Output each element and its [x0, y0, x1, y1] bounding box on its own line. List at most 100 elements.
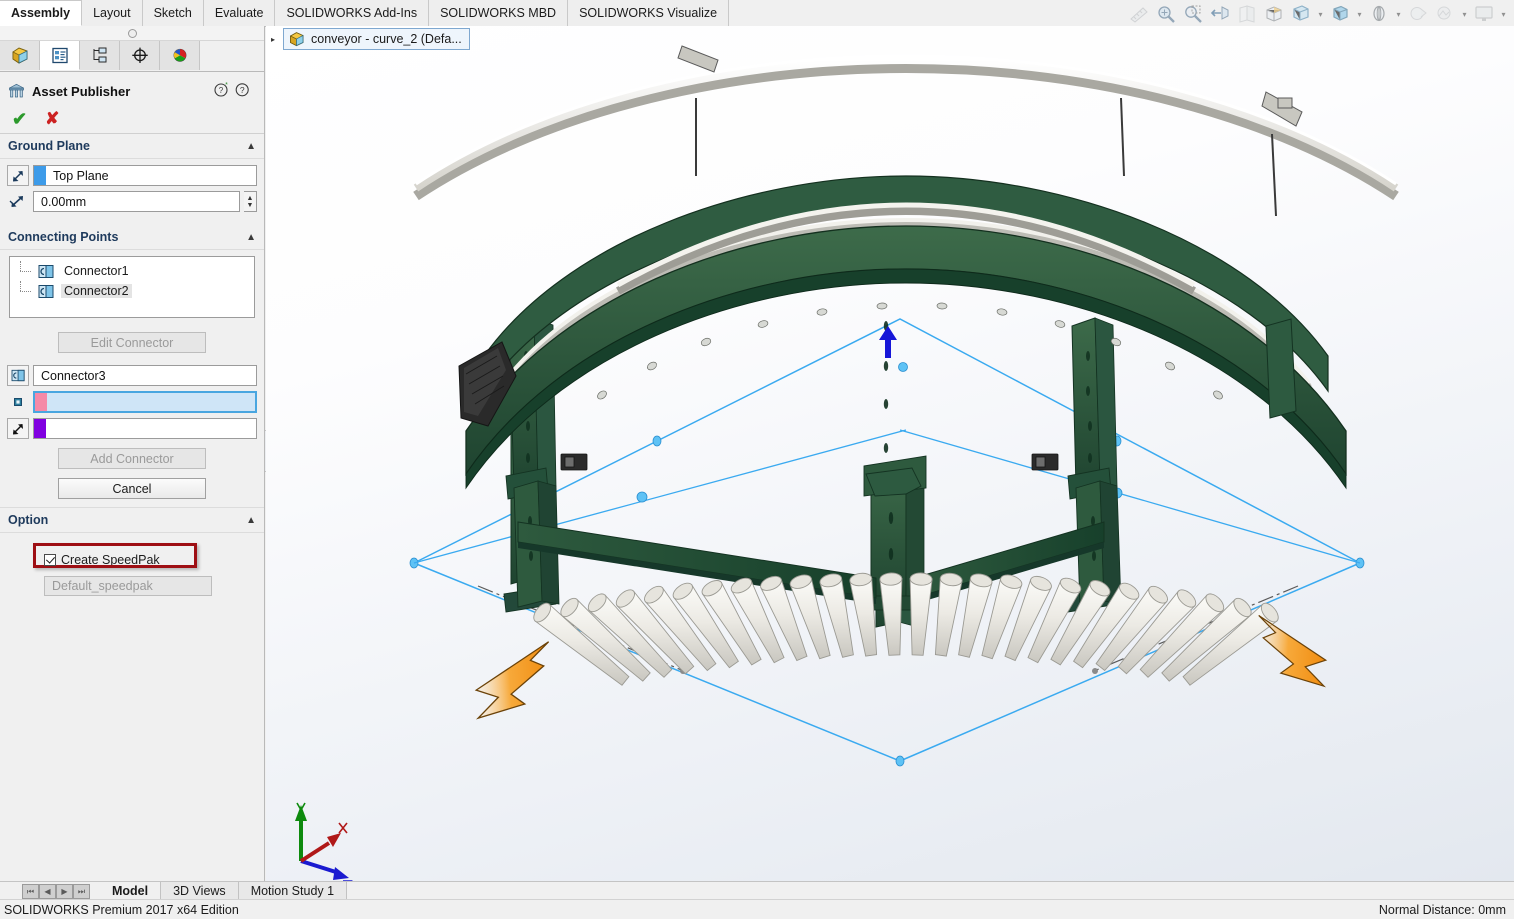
zoom-in-out-icon[interactable]	[1208, 2, 1232, 26]
model-graphics	[266, 26, 1514, 881]
create-speedpak-checkbox[interactable]	[44, 554, 56, 566]
add-connector-button[interactable]: Add Connector	[58, 448, 206, 469]
cancel-connector-button[interactable]: Cancel	[58, 478, 206, 499]
tree-root-node[interactable]: conveyor - curve_2 (Defa...	[283, 28, 470, 50]
ribbon-tab-evaluate[interactable]: Evaluate	[204, 0, 276, 26]
connector-direction-arrow-left	[473, 642, 553, 718]
ribbon-tab-layout[interactable]: Layout	[82, 0, 143, 26]
list-item-label: Connector2	[61, 284, 132, 298]
last-tab-icon[interactable]: ⏭	[73, 884, 90, 899]
panel-collapse-grip[interactable]	[0, 26, 264, 41]
next-tab-icon[interactable]: ▶	[56, 884, 73, 899]
prev-tab-icon[interactable]: ◀	[39, 884, 56, 899]
offset-distance-icon	[7, 191, 29, 212]
bottom-tab-model[interactable]: Model	[100, 882, 161, 899]
chevron-up-icon[interactable]: ▲	[246, 141, 256, 152]
ground-plane-input[interactable]: Top Plane	[33, 165, 257, 186]
asset-publisher-icon	[8, 83, 25, 100]
connector-icon	[38, 264, 55, 279]
edit-connector-button[interactable]: Edit Connector	[58, 332, 206, 353]
bottom-tab-motion-study-1[interactable]: Motion Study 1	[239, 882, 347, 899]
svg-text:?: ?	[219, 86, 224, 95]
list-item[interactable]: Connector2	[10, 281, 254, 301]
section-connecting-points: Connecting Points ▲ Connector1	[0, 225, 264, 507]
chevron-down-icon[interactable]: ▾	[1355, 2, 1364, 26]
graphics-viewport[interactable]	[266, 26, 1514, 881]
offset-stepper[interactable]: ▲▼	[244, 191, 257, 212]
connecting-points-body: Connector1 Connector2 Edit Connector	[0, 250, 264, 507]
tab-bar-filler	[347, 882, 1514, 899]
svg-text:?: ?	[240, 85, 245, 95]
hide-show-items-icon[interactable]	[1328, 2, 1352, 26]
help-with-star-icon[interactable]: ?*	[214, 82, 229, 100]
chevron-down-icon[interactable]: ▾	[1394, 2, 1403, 26]
tree-branch-icon	[20, 281, 38, 301]
connector-name-row: Connector3	[7, 365, 257, 386]
connector-face-row	[7, 391, 257, 413]
offset-value: 0.00mm	[34, 195, 86, 209]
ribbon-tab-solidworks-add-ins[interactable]: SOLIDWORKS Add-Ins	[275, 0, 429, 26]
status-right-text: Normal Distance: 0mm	[1379, 903, 1514, 917]
feature-manager-tree-tab[interactable]	[0, 41, 40, 70]
first-tab-icon[interactable]: ⏮	[22, 884, 39, 899]
ribbon-tab-assembly[interactable]: Assembly	[0, 0, 82, 26]
chevron-down-icon[interactable]: ▾	[1499, 2, 1508, 26]
display-manager-tab[interactable]	[160, 41, 200, 70]
connector-icon	[38, 284, 55, 299]
tab-nav-buttons: ⏮◀▶⏭	[22, 882, 90, 900]
connector-direction-input[interactable]	[33, 418, 257, 439]
connector-axis-endpoints	[680, 668, 1098, 674]
expand-tree-icon[interactable]: ▸	[268, 35, 278, 44]
accept-button[interactable]: ✔	[12, 112, 27, 126]
option-title: Option	[8, 513, 48, 527]
assembly-icon	[288, 31, 305, 47]
connecting-points-header[interactable]: Connecting Points ▲	[0, 225, 264, 250]
conveyor-roller	[850, 578, 877, 656]
display-style-icon[interactable]	[1289, 2, 1313, 26]
option-header[interactable]: Option ▲	[0, 508, 264, 533]
view-toolbar: ▾ ▾ ▾ ▾ ▾	[1127, 1, 1508, 27]
edit-appearance-icon[interactable]	[1367, 2, 1391, 26]
section-ground-plane: Ground Plane ▲ Top Plane	[0, 134, 264, 225]
svg-text:*: *	[225, 82, 228, 89]
origin-triad	[295, 803, 351, 881]
connector-list[interactable]: Connector1 Connector2	[9, 256, 255, 318]
cancel-button[interactable]: ✘	[45, 112, 59, 126]
plane-color-swatch	[34, 166, 46, 185]
conveyor-leg-front-right	[1066, 318, 1121, 612]
connector-name-input[interactable]: Connector3	[33, 365, 257, 386]
chevron-up-icon[interactable]: ▲	[246, 232, 256, 243]
connector-name-value: Connector3	[34, 369, 106, 383]
section-view-icon[interactable]	[1235, 2, 1259, 26]
property-manager-tab[interactable]	[40, 41, 80, 70]
viewport-layout-icon[interactable]	[1472, 2, 1496, 26]
connecting-points-title: Connecting Points	[8, 230, 118, 244]
ground-plane-selection-row: Top Plane	[7, 165, 257, 186]
ribbon-bar: AssemblyLayoutSketchEvaluateSOLIDWORKS A…	[0, 0, 1514, 27]
chevron-down-icon[interactable]: ▾	[1316, 2, 1325, 26]
ground-plane-header[interactable]: Ground Plane ▲	[0, 134, 264, 159]
chevron-up-icon[interactable]: ▲	[246, 515, 256, 526]
option-body: Create SpeedPak Default_speedpak	[0, 533, 264, 596]
view-orientation-icon[interactable]	[1262, 2, 1286, 26]
chevron-down-icon[interactable]: ▾	[1460, 2, 1469, 26]
ribbon-tab-solidworks-mbd[interactable]: SOLIDWORKS MBD	[429, 0, 568, 26]
offset-input[interactable]: 0.00mm	[33, 191, 240, 212]
ribbon-tab-solidworks-visualize[interactable]: SOLIDWORKS Visualize	[568, 0, 729, 26]
apply-scene-icon[interactable]	[1406, 2, 1430, 26]
help-icon[interactable]: ?	[235, 82, 250, 100]
list-item[interactable]: Connector1	[10, 261, 254, 281]
property-manager-panel: Asset Publisher ?* ? ✔ ✘ Ground Plane ▲	[0, 26, 265, 881]
configuration-manager-tab[interactable]	[80, 41, 120, 70]
connector-face-input[interactable]	[33, 391, 257, 413]
ribbon-tab-sketch[interactable]: Sketch	[143, 0, 204, 26]
bottom-tab-list: Model3D ViewsMotion Study 1	[100, 882, 347, 900]
measure-icon[interactable]	[1127, 2, 1151, 26]
zoom-to-fit-icon[interactable]	[1154, 2, 1178, 26]
view-settings-icon[interactable]	[1433, 2, 1457, 26]
speedpak-name-input[interactable]: Default_speedpak	[44, 576, 212, 596]
document-tab-bar: ⏮◀▶⏭ Model3D ViewsMotion Study 1	[0, 881, 1514, 900]
bottom-tab-3d-views[interactable]: 3D Views	[161, 882, 239, 899]
zoom-to-area-icon[interactable]	[1181, 2, 1205, 26]
dimxpert-manager-tab[interactable]	[120, 41, 160, 70]
